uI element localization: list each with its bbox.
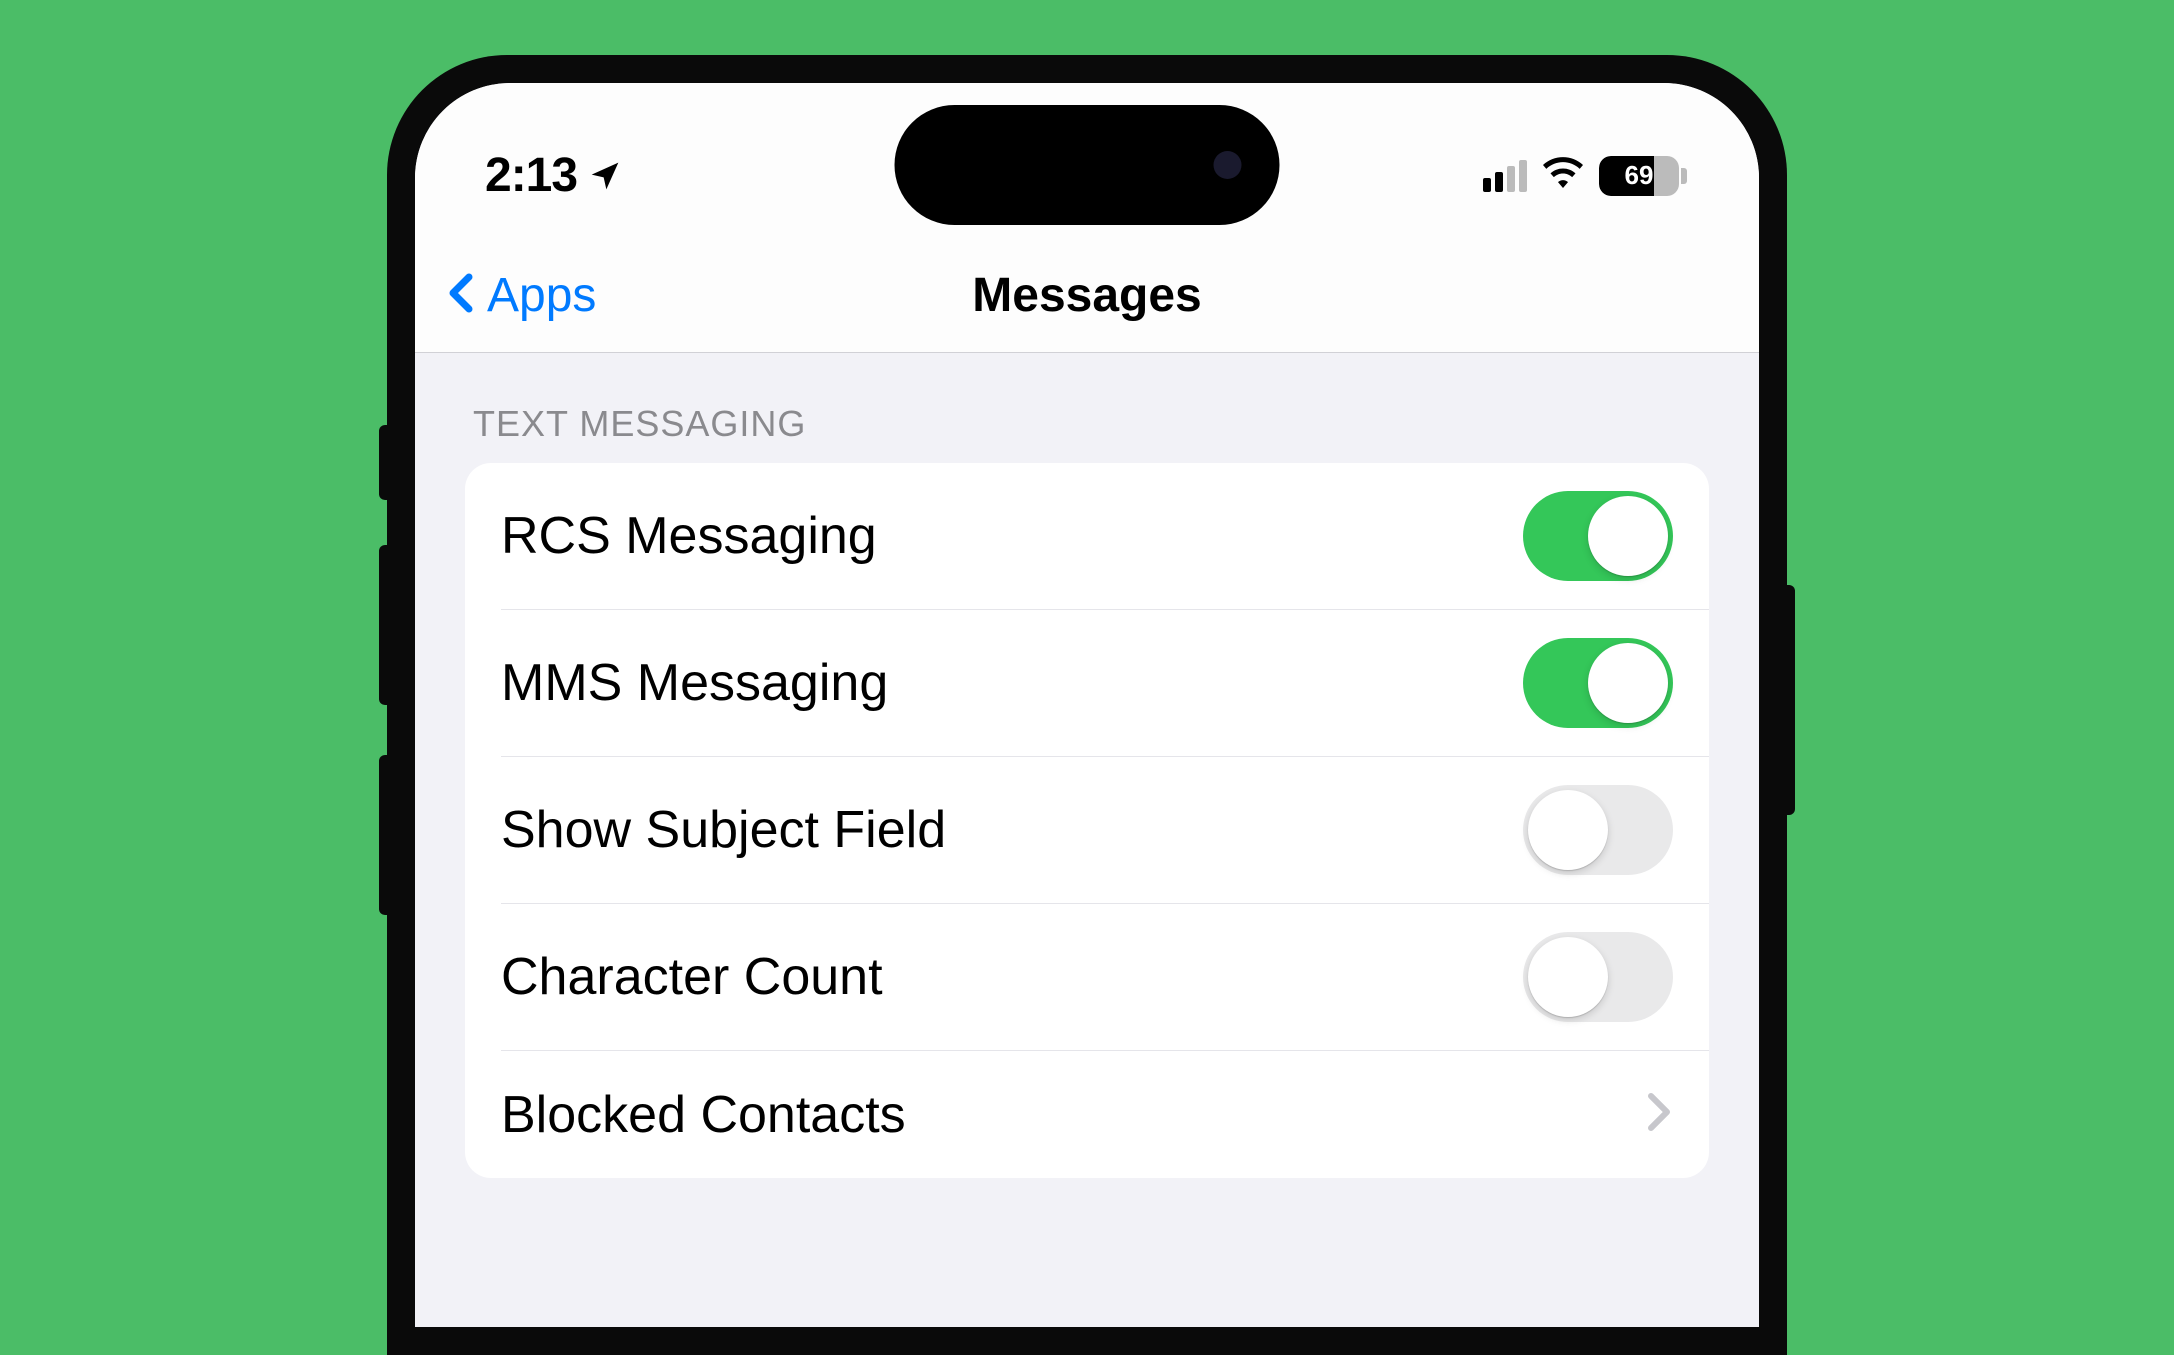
toggle-thumb — [1588, 643, 1668, 723]
row-label: Blocked Contacts — [501, 1085, 906, 1145]
side-button — [379, 425, 391, 500]
battery-indicator: 69 — [1599, 156, 1689, 196]
toggle-thumb — [1528, 937, 1608, 1017]
battery-level: 69 — [1599, 156, 1679, 196]
settings-content: TEXT MESSAGING RCS Messaging MMS Messagin… — [415, 353, 1759, 1178]
phone-frame: 2:13 — [387, 55, 1787, 1355]
row-label: Show Subject Field — [501, 800, 946, 860]
dynamic-island — [895, 105, 1280, 225]
settings-row-mms-messaging: MMS Messaging — [501, 609, 1709, 756]
page-title: Messages — [972, 268, 1201, 323]
toggle-switch[interactable] — [1523, 932, 1673, 1022]
row-label: MMS Messaging — [501, 653, 888, 713]
toggle-switch[interactable] — [1523, 785, 1673, 875]
side-button — [379, 545, 391, 705]
chevron-left-icon — [445, 273, 477, 318]
toggle-thumb — [1528, 790, 1608, 870]
settings-row-show-subject-field: Show Subject Field — [501, 756, 1709, 903]
back-button[interactable]: Apps — [445, 268, 596, 323]
status-left: 2:13 — [485, 148, 621, 203]
toggle-thumb — [1588, 496, 1668, 576]
row-label: Character Count — [501, 947, 883, 1007]
toggle-switch[interactable] — [1523, 638, 1673, 728]
status-time: 2:13 — [485, 148, 577, 203]
section-header: TEXT MESSAGING — [465, 353, 1709, 463]
wifi-icon — [1543, 157, 1583, 194]
location-arrow-icon — [589, 160, 621, 192]
toggle-switch[interactable] — [1523, 491, 1673, 581]
settings-row-rcs-messaging: RCS Messaging — [465, 463, 1709, 609]
back-label: Apps — [487, 268, 596, 323]
phone-screen: 2:13 — [415, 83, 1759, 1327]
chevron-right-icon — [1645, 1092, 1673, 1137]
navigation-bar: Apps Messages — [415, 238, 1759, 353]
cellular-signal-icon — [1483, 160, 1527, 192]
side-button — [379, 755, 391, 915]
settings-row-character-count: Character Count — [501, 903, 1709, 1050]
settings-group: RCS Messaging MMS Messaging Show Subject F… — [465, 463, 1709, 1178]
row-label: RCS Messaging — [501, 506, 877, 566]
settings-row-blocked-contacts[interactable]: Blocked Contacts — [501, 1050, 1709, 1178]
status-right: 69 — [1483, 156, 1689, 196]
side-button — [1783, 585, 1795, 815]
